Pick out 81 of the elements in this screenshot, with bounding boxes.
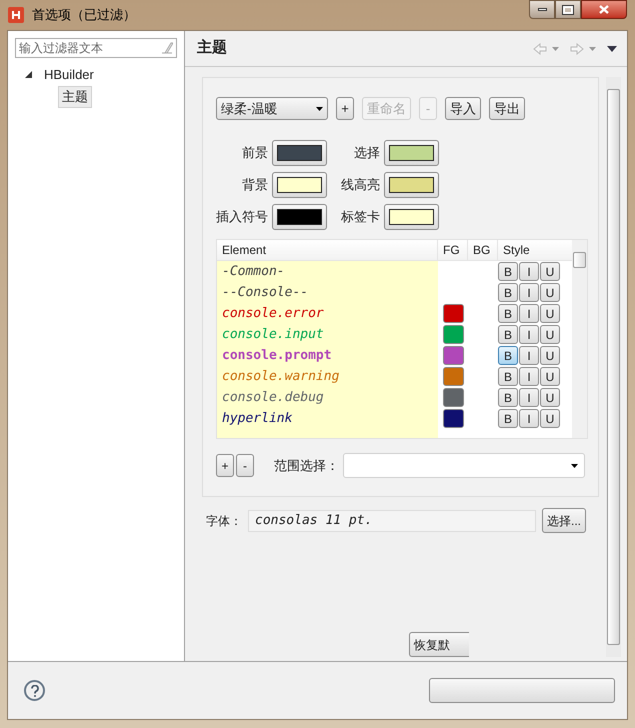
fg-color-swatch[interactable]	[442, 367, 464, 386]
select-font-button[interactable]: 选择...	[542, 508, 586, 533]
restore-defaults-button[interactable]: 恢复默	[409, 632, 469, 657]
question-mark-glyph	[30, 684, 38, 696]
style-toggle-button[interactable]: I	[519, 388, 539, 407]
theme-dropdown[interactable]: 绿柔-温暖	[216, 97, 328, 120]
page-title: 主题	[197, 38, 227, 58]
expand-triangle-icon[interactable]	[25, 71, 32, 78]
element-name[interactable]: console.error	[217, 303, 438, 324]
color-swatch-button[interactable]	[384, 204, 439, 230]
color-swatch-button[interactable]	[384, 140, 439, 166]
tree-item[interactable]: 主题	[58, 86, 92, 108]
style-toggle-button[interactable]: U	[540, 388, 560, 407]
style-toggle-button[interactable]: U	[540, 409, 560, 428]
color-swatch-button[interactable]	[272, 204, 327, 230]
window-title: 首选项（已过滤）	[32, 6, 136, 24]
color-label: 线高亮	[341, 176, 380, 194]
fg-color-swatch[interactable]	[442, 325, 464, 344]
style-toggle-button[interactable]: B	[498, 409, 518, 428]
font-label: 字体：	[206, 512, 242, 530]
color-label: 插入符号	[216, 208, 268, 226]
tree-item[interactable]: HBuilder	[40, 64, 98, 86]
element-name[interactable]: console.debug	[217, 387, 438, 408]
table-button[interactable]: +	[216, 454, 234, 477]
style-toggle-button[interactable]: U	[540, 262, 560, 281]
fg-color-swatch[interactable]	[442, 304, 464, 323]
dropdown-arrow-icon[interactable]	[316, 106, 323, 110]
style-toggle-button[interactable]: B	[498, 367, 518, 386]
style-toggle-button[interactable]: I	[519, 409, 539, 428]
style-toggle-button[interactable]: I	[519, 283, 539, 302]
font-field: consolas 11 pt.	[248, 510, 536, 532]
style-toggle-button[interactable]: B	[498, 346, 518, 365]
color-swatch-button[interactable]	[384, 172, 439, 198]
style-toggle-button[interactable]: B	[498, 325, 518, 344]
element-name[interactable]: hyperlink	[217, 408, 438, 429]
color-label: 前景	[241, 144, 268, 162]
scope-label: 范围选择：	[274, 456, 339, 475]
color-swatch-button[interactable]	[272, 140, 327, 166]
table-button[interactable]: -	[236, 454, 254, 477]
toolbar-button[interactable]: +	[336, 97, 354, 120]
style-toggle-button[interactable]: U	[540, 304, 560, 323]
color-label: 选择	[353, 144, 380, 162]
h-glyph-icon	[11, 10, 21, 20]
fg-color-swatch[interactable]	[442, 388, 464, 407]
column-header[interactable]: FG	[438, 240, 468, 260]
menu-caret-icon[interactable]	[607, 46, 617, 52]
close-icon	[599, 5, 609, 14]
color-swatch-button[interactable]	[272, 172, 327, 198]
style-toggle-button[interactable]: U	[540, 367, 560, 386]
style-toggle-button[interactable]: I	[519, 325, 539, 344]
style-toggle-button[interactable]: U	[540, 283, 560, 302]
style-toggle-button[interactable]: I	[519, 346, 539, 365]
color-label: 背景	[241, 176, 268, 194]
style-toggle-button[interactable]: U	[540, 325, 560, 344]
element-name[interactable]: console.warning	[217, 366, 438, 387]
help-icon[interactable]	[24, 680, 45, 701]
color-label: 标签卡	[341, 208, 380, 226]
element-name[interactable]: --Console--	[217, 282, 438, 303]
toolbar-button[interactable]: 导出	[489, 97, 525, 120]
filter-field[interactable]: 输入过滤器文本	[15, 38, 177, 58]
column-header[interactable]: BG	[468, 240, 498, 260]
style-toggle-button[interactable]: I	[519, 262, 539, 281]
dropdown-arrow-icon	[571, 464, 578, 468]
dialog-button[interactable]	[429, 678, 615, 703]
column-header[interactable]: Style	[498, 240, 572, 260]
style-toggle-button[interactable]: B	[498, 262, 518, 281]
fg-color-swatch[interactable]	[442, 346, 464, 365]
element-name[interactable]: -Common-	[217, 261, 438, 282]
style-toggle-button[interactable]: I	[519, 367, 539, 386]
close-button[interactable]	[581, 0, 627, 19]
element-name[interactable]: console.prompt	[217, 345, 438, 366]
style-toggle-button[interactable]: U	[540, 346, 560, 365]
toolbar-button[interactable]: 导入	[445, 97, 481, 120]
minimize-button[interactable]	[529, 0, 555, 19]
style-toggle-button[interactable]: B	[498, 388, 518, 407]
maximize-button[interactable]	[555, 0, 581, 19]
style-toggle-button[interactable]: I	[519, 304, 539, 323]
style-toggle-button[interactable]: B	[498, 283, 518, 302]
fg-color-swatch[interactable]	[442, 409, 464, 428]
style-toggle-button[interactable]: B	[498, 304, 518, 323]
column-header[interactable]: Element	[217, 240, 438, 260]
